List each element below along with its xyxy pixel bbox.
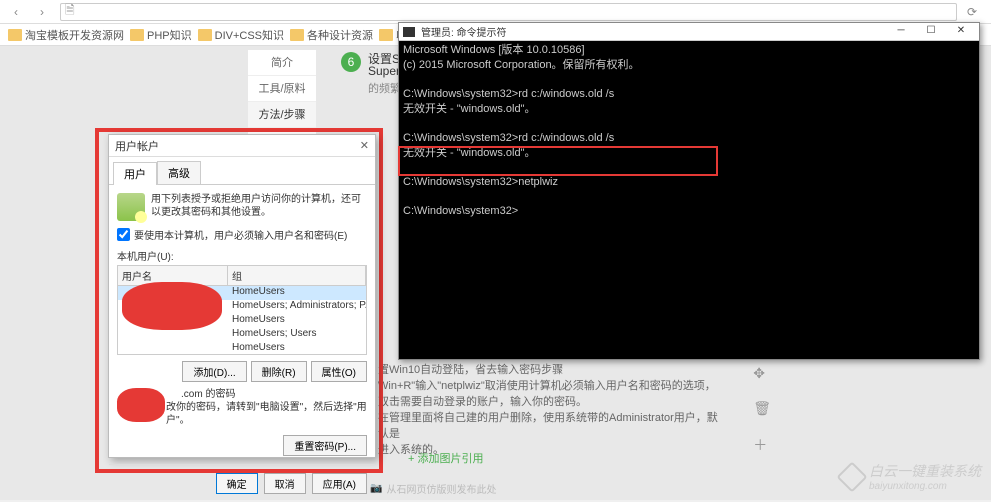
delete-icon[interactable]: 🗑 (753, 400, 771, 417)
bookmark-label: PHP知识 (147, 27, 192, 43)
page-icon: 🗎 (65, 1, 75, 22)
remove-user-button[interactable]: 删除(R) (251, 361, 307, 382)
dialog-description: 用下列表授予或拒绝用户访问你的计算机，还可以更改其密码和其他设置。 (151, 193, 367, 219)
watermark: 白云一键重装系统 baiyunxitong.com (841, 461, 981, 492)
password-section-title: .com 的密码 (181, 389, 235, 400)
users-icon (117, 193, 145, 221)
minimize-button[interactable]: ─ (887, 25, 915, 39)
folder-icon (198, 29, 212, 41)
dialog-close-button[interactable]: ✕ (360, 139, 369, 152)
column-group[interactable]: 组 (228, 266, 366, 285)
back-button[interactable]: ‹ (8, 4, 24, 20)
user-accounts-dialog: 用户帐户 ✕ 用户 高级 用下列表授予或拒绝用户访问你的计算机，还可以更改其密码… (108, 134, 376, 458)
watermark-url: baiyunxitong.com (869, 481, 981, 492)
bookmark-label: DIV+CSS知识 (215, 27, 284, 43)
bookmark-item[interactable]: PHP知识 (130, 27, 192, 43)
dialog-tabs: 用户 高级 (109, 157, 375, 185)
address-bar[interactable]: 🗎 (60, 3, 957, 21)
apply-button[interactable]: 应用(A) (312, 473, 367, 494)
sidebar-item-intro[interactable]: 简介 (248, 50, 316, 76)
footer-text: 从石网页仿版则发布此处 (386, 481, 496, 496)
float-actions: ✥ 🗑 ＋ (753, 365, 771, 455)
close-button[interactable]: ✕ (947, 25, 975, 39)
watermark-text: 白云一键重装系统 (869, 461, 981, 481)
sidebar-item-steps[interactable]: 方法/步骤 (248, 102, 316, 128)
cmd-title-text: 管理员: 命令提示符 (421, 24, 507, 39)
maximize-button[interactable]: ☐ (917, 25, 945, 39)
folder-icon (130, 29, 144, 41)
browser-toolbar: ‹ › 🗎 ⟳ (0, 0, 991, 24)
content-line: 在管理里面将自己建的用户删除，使用系统带的Administrator用户，默认是 (378, 410, 728, 442)
sidebar-item-tools[interactable]: 工具/原料 (248, 76, 316, 102)
step-number-badge: 6 (341, 52, 361, 72)
footer-caption: 📷 从石网页仿版则发布此处 (370, 481, 496, 496)
bookmark-item[interactable]: DIV+CSS知识 (198, 27, 284, 43)
forward-button[interactable]: › (34, 4, 50, 20)
command-prompt-window: 管理员: 命令提示符 ─ ☐ ✕ Microsoft Windows [版本 1… (398, 22, 980, 360)
redaction-scribble (117, 388, 165, 422)
user-table[interactable]: 用户名 组 HomeUsers HomeUsers; Administrator… (117, 265, 367, 355)
bookmark-label: 各种设计资源 (307, 27, 373, 43)
properties-button[interactable]: 属性(O) (311, 361, 367, 382)
redaction-scribble (122, 282, 222, 330)
content-line: Win+R"输入"netplwiz"取消使用计算机必须输入用户名和密码的选项， (378, 378, 728, 394)
add-icon[interactable]: ＋ (753, 435, 771, 455)
content-line: 置Win10自动登陆，省去输入密码步骤 (378, 362, 728, 378)
folder-icon (379, 29, 393, 41)
dialog-title-text: 用户帐户 (115, 138, 159, 154)
password-description: 改你的密码，请转到"电脑设置"，然后选择"用户"。 (166, 401, 367, 427)
bookmark-item[interactable]: 各种设计资源 (290, 27, 373, 43)
add-user-button[interactable]: 添加(D)... (182, 361, 246, 382)
watermark-icon (836, 461, 867, 492)
bookmark-label: 淘宝模板开发资源网 (25, 27, 124, 43)
tab-users[interactable]: 用户 (113, 162, 157, 185)
cmd-icon (403, 27, 415, 37)
move-icon[interactable]: ✥ (753, 365, 771, 382)
table-row[interactable]: HomeUsers; Users (118, 328, 366, 342)
add-image-reference[interactable]: + 添加图片引用 (408, 450, 483, 466)
bookmark-item[interactable]: 淘宝模板开发资源网 (8, 27, 124, 43)
content-line: 双击需要自动登录的账户，输入你的密码。 (378, 394, 728, 410)
cmd-output[interactable]: Microsoft Windows [版本 10.0.10586] (c) 20… (399, 41, 979, 221)
require-password-checkbox[interactable] (117, 228, 130, 241)
table-row[interactable]: HomeUsers (118, 342, 366, 355)
user-list-label: 本机用户(U): (117, 248, 367, 263)
annotation-red-box-cmd (398, 146, 718, 176)
step-content: 置Win10自动登陆，省去输入密码步骤 Win+R"输入"netplwiz"取消… (378, 362, 728, 458)
folder-icon (290, 29, 304, 41)
dialog-body: 用下列表授予或拒绝用户访问你的计算机，还可以更改其密码和其他设置。 要使用本计算… (109, 185, 375, 464)
reload-button[interactable]: ⟳ (967, 5, 983, 19)
ok-button[interactable]: 确定 (216, 473, 258, 494)
cancel-button[interactable]: 取消 (264, 473, 306, 494)
checkbox-label: 要使用本计算机，用户必须输入用户名和密码(E) (134, 227, 347, 242)
tab-advanced[interactable]: 高级 (157, 161, 201, 184)
cmd-titlebar[interactable]: 管理员: 命令提示符 ─ ☐ ✕ (399, 23, 979, 41)
dialog-titlebar: 用户帐户 ✕ (109, 135, 375, 157)
folder-icon (8, 29, 22, 41)
reset-password-button[interactable]: 重置密码(P)... (283, 435, 367, 456)
